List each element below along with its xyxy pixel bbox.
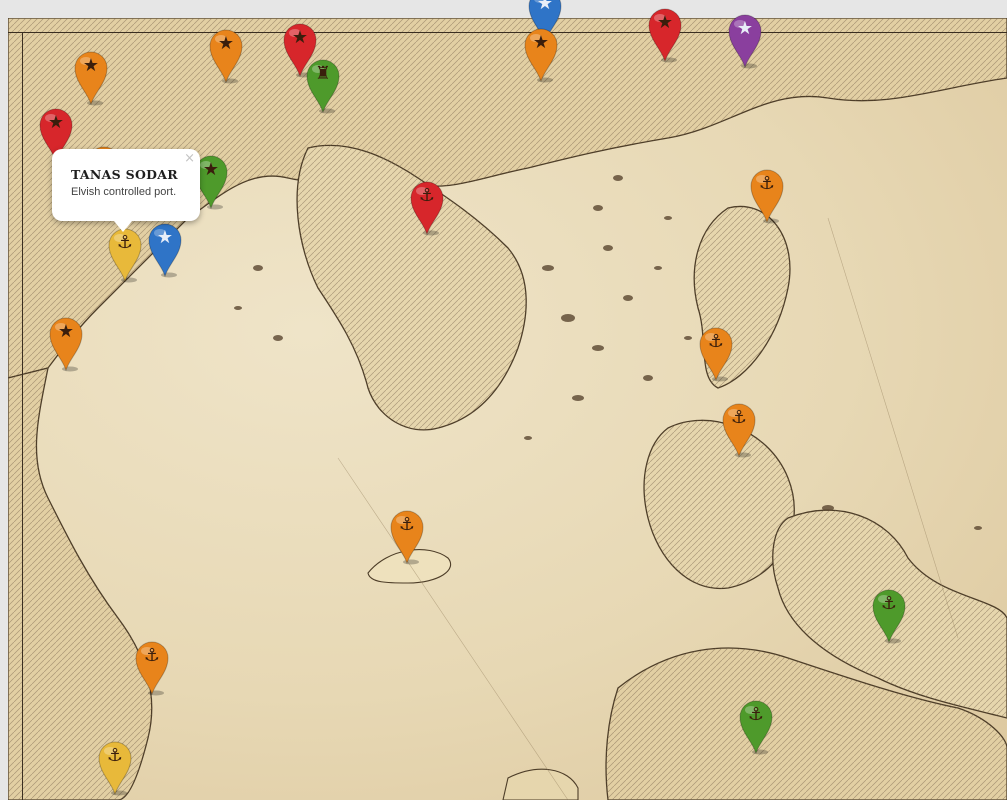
anchor-icon: ⚓ bbox=[730, 407, 748, 428]
map-marker-anchor[interactable]: ⚓ bbox=[721, 402, 757, 458]
anchor-icon: ⚓ bbox=[707, 331, 725, 352]
star-icon: ★ bbox=[736, 18, 754, 39]
star-icon: ★ bbox=[217, 33, 235, 54]
map-marker-anchor[interactable]: ⚓ bbox=[97, 740, 133, 796]
map-marker-star[interactable]: ★ bbox=[523, 27, 559, 83]
star-icon: ★ bbox=[532, 32, 550, 53]
anchor-icon: ⚓ bbox=[143, 645, 161, 666]
land-south-island bbox=[502, 768, 579, 800]
popup-description: Elvish controlled port. bbox=[71, 186, 177, 198]
map-marker-anchor[interactable]: ⚓ bbox=[749, 168, 785, 224]
map-marker-star[interactable]: ★ bbox=[727, 13, 763, 69]
anchor-icon: ⚓ bbox=[747, 704, 765, 725]
map-marker-anchor[interactable]: ⚓ bbox=[871, 588, 907, 644]
star-icon: ★ bbox=[291, 27, 309, 48]
popup-tip bbox=[114, 221, 132, 232]
anchor-icon: ⚓ bbox=[106, 745, 124, 766]
star-icon: ★ bbox=[47, 112, 65, 133]
castle-icon: ♜ bbox=[314, 63, 332, 84]
map-marker-anchor[interactable]: ⚓ bbox=[107, 227, 143, 283]
star-icon: ★ bbox=[536, 0, 554, 14]
close-icon[interactable]: × bbox=[184, 151, 195, 166]
star-icon: ★ bbox=[656, 12, 674, 33]
map-frame-top bbox=[8, 32, 1007, 33]
map-marker-star[interactable]: ★ bbox=[147, 222, 183, 278]
map-marker-star[interactable]: ★ bbox=[48, 316, 84, 372]
map-marker-anchor[interactable]: ⚓ bbox=[738, 699, 774, 755]
star-icon: ★ bbox=[57, 321, 75, 342]
anchor-icon: ⚓ bbox=[880, 593, 898, 614]
location-popup: × TANAS SODAR Elvish controlled port. bbox=[52, 149, 200, 232]
anchor-icon: ⚓ bbox=[418, 185, 436, 206]
popup-title: TANAS SODAR bbox=[71, 167, 178, 182]
anchor-icon: ⚓ bbox=[758, 173, 776, 194]
map-frame-left bbox=[22, 32, 23, 800]
map-marker-star[interactable]: ★ bbox=[647, 7, 683, 63]
anchor-icon: ⚓ bbox=[116, 232, 134, 253]
anchor-icon: ⚓ bbox=[398, 514, 416, 535]
map-marker-anchor[interactable]: ⚓ bbox=[409, 180, 445, 236]
star-icon: ★ bbox=[82, 55, 100, 76]
star-icon: ★ bbox=[156, 227, 174, 248]
map-marker-anchor[interactable]: ⚓ bbox=[134, 640, 170, 696]
map-marker-castle[interactable]: ♜ bbox=[305, 58, 341, 114]
map-marker-anchor[interactable]: ⚓ bbox=[698, 326, 734, 382]
map-marker-anchor[interactable]: ⚓ bbox=[389, 509, 425, 565]
map-marker-star[interactable]: ★ bbox=[73, 50, 109, 106]
map-marker-star[interactable]: ★ bbox=[208, 28, 244, 84]
